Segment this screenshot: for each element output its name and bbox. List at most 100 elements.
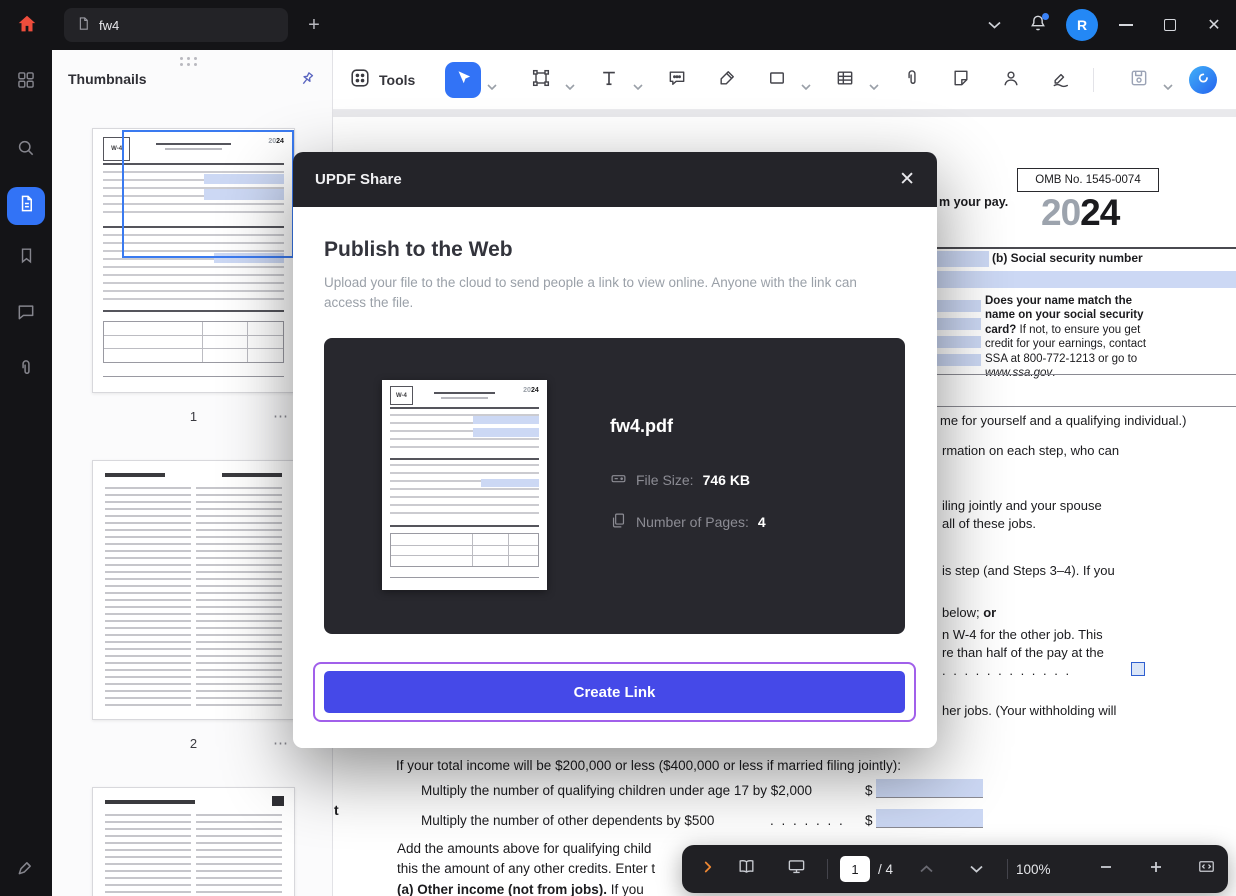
sticker-tool-button[interactable] [943, 62, 979, 98]
share-dialog-title: UPDF Share [315, 171, 402, 188]
rectangle-tool-button[interactable] [759, 62, 795, 98]
text-tool-button[interactable] [591, 62, 627, 98]
tab-title: fw4 [99, 18, 119, 33]
zoom-out-button[interactable] [1090, 845, 1122, 893]
sidebar-item-grid[interactable] [7, 63, 45, 101]
form-field-highlight[interactable] [937, 318, 981, 330]
rectangle-tool-chevron[interactable] [801, 77, 811, 95]
maximize-button[interactable] [1148, 0, 1192, 50]
form-field-highlight[interactable] [937, 354, 981, 366]
save-chevron[interactable] [1163, 77, 1173, 95]
form-checkbox[interactable] [1131, 662, 1145, 676]
w4-page2-preview [93, 461, 294, 719]
paperclip-icon [902, 68, 922, 93]
reader-mode-button[interactable] [730, 845, 762, 893]
shape-tool-chevron[interactable] [565, 77, 575, 95]
title-bar: fw4 + R ✕ [0, 0, 1236, 50]
tools-label: Tools [379, 72, 415, 88]
next-page-button[interactable] [960, 845, 992, 893]
viewport-indicator[interactable] [122, 130, 294, 258]
page-number-label-1: 1 [190, 409, 197, 424]
fit-width-button[interactable] [1190, 845, 1222, 893]
pages-icon [17, 194, 36, 218]
form-field-highlight[interactable] [937, 251, 989, 267]
account-button[interactable]: R [1060, 0, 1104, 50]
page-thumbnail-1[interactable]: W-42024 [92, 128, 295, 393]
amount-field-dependents[interactable] [876, 809, 983, 828]
document-tab[interactable]: fw4 [64, 8, 288, 42]
search-icon [16, 138, 36, 163]
create-link-selection-outline: Create Link [313, 662, 916, 722]
file-preview-thumbnail: W-42024 [382, 380, 547, 590]
page-thumbnail-2[interactable] [92, 460, 295, 720]
select-tool-chevron[interactable] [487, 77, 497, 95]
previous-page-button[interactable] [910, 845, 942, 893]
publish-heading: Publish to the Web [324, 238, 513, 262]
text-tool-chevron[interactable] [633, 77, 643, 95]
sidebar-item-comments[interactable] [7, 295, 45, 333]
minimize-button[interactable] [1104, 0, 1148, 50]
page-number-label-2: 2 [190, 736, 197, 751]
profile-stamp-button[interactable] [993, 62, 1029, 98]
sidebar-item-bookmarks[interactable] [7, 239, 45, 277]
table-tool-button[interactable] [827, 62, 863, 98]
attachment-tool-button[interactable] [894, 62, 930, 98]
table-icon [835, 68, 855, 93]
panel-drag-handle[interactable] [180, 57, 198, 66]
shape-edit-icon [531, 68, 551, 93]
zoom-level[interactable]: 100% [1016, 845, 1051, 893]
book-icon [737, 857, 756, 881]
signature-tool-button[interactable] [1043, 62, 1079, 98]
statusbar-divider [827, 859, 828, 879]
zoom-in-button[interactable] [1140, 845, 1172, 893]
form-field-highlight[interactable] [937, 336, 981, 348]
save-icon [1129, 68, 1149, 93]
sidebar-item-signature[interactable] [7, 850, 45, 888]
close-icon: ✕ [899, 169, 915, 190]
amount-field-children[interactable] [876, 779, 983, 798]
income-line: If your total income will be $200,000 or… [396, 758, 901, 773]
page-more-button-1[interactable]: ⋯ [273, 407, 289, 425]
shape-edit-tool-button[interactable] [523, 62, 559, 98]
select-tool-button[interactable] [445, 62, 481, 98]
file-size-label: File Size: [636, 472, 694, 488]
plus-icon [1149, 860, 1163, 879]
dot-leaders: . . . . . . . . . . . . [942, 663, 1071, 678]
home-button[interactable] [10, 9, 44, 43]
comment-bubble-icon [667, 68, 687, 93]
close-window-button[interactable]: ✕ [1192, 0, 1236, 50]
ssn-field-highlight[interactable] [937, 271, 1236, 288]
page-number-input[interactable] [840, 856, 870, 882]
forward-button[interactable] [692, 845, 724, 893]
save-button[interactable] [1121, 62, 1157, 98]
share-dialog-header: UPDF Share ✕ [293, 152, 937, 207]
page-thumbnail-3[interactable] [92, 787, 295, 896]
pages-count-label: Number of Pages: [636, 514, 749, 530]
close-dialog-button[interactable]: ✕ [899, 170, 915, 189]
sidebar-item-attachments[interactable] [7, 351, 45, 389]
pdf-frag-9: her jobs. (Your withholding will [942, 703, 1116, 718]
minus-icon [1099, 860, 1113, 879]
sign-icon [1051, 68, 1071, 93]
table-tool-chevron[interactable] [869, 77, 879, 95]
dollar-sign: $ [865, 783, 873, 798]
ai-assistant-button[interactable] [1189, 66, 1217, 94]
presentation-button[interactable] [780, 845, 812, 893]
sidebar-item-thumbnails[interactable] [7, 187, 45, 225]
tools-menu-button[interactable]: Tools [349, 62, 415, 98]
bookmark-icon [17, 246, 36, 270]
notifications-button[interactable] [1016, 0, 1060, 50]
share-dialog-body: Publish to the Web Upload your file to t… [293, 207, 937, 748]
add-tab-button[interactable]: + [300, 11, 328, 39]
more-menu-button[interactable] [972, 0, 1016, 50]
sidebar-item-search[interactable] [7, 131, 45, 169]
create-link-button[interactable]: Create Link [324, 671, 905, 713]
comment-tool-button[interactable] [659, 62, 695, 98]
pages-count-icon [610, 512, 627, 532]
form-year: 2024 [1041, 192, 1119, 234]
page-more-button-2[interactable]: ⋯ [273, 734, 289, 752]
pin-panel-button[interactable] [298, 70, 316, 88]
marker-tool-button[interactable] [709, 62, 745, 98]
add-amounts-line: Add the amounts above for qualifying chi… [397, 841, 651, 856]
form-field-highlight[interactable] [937, 300, 981, 312]
